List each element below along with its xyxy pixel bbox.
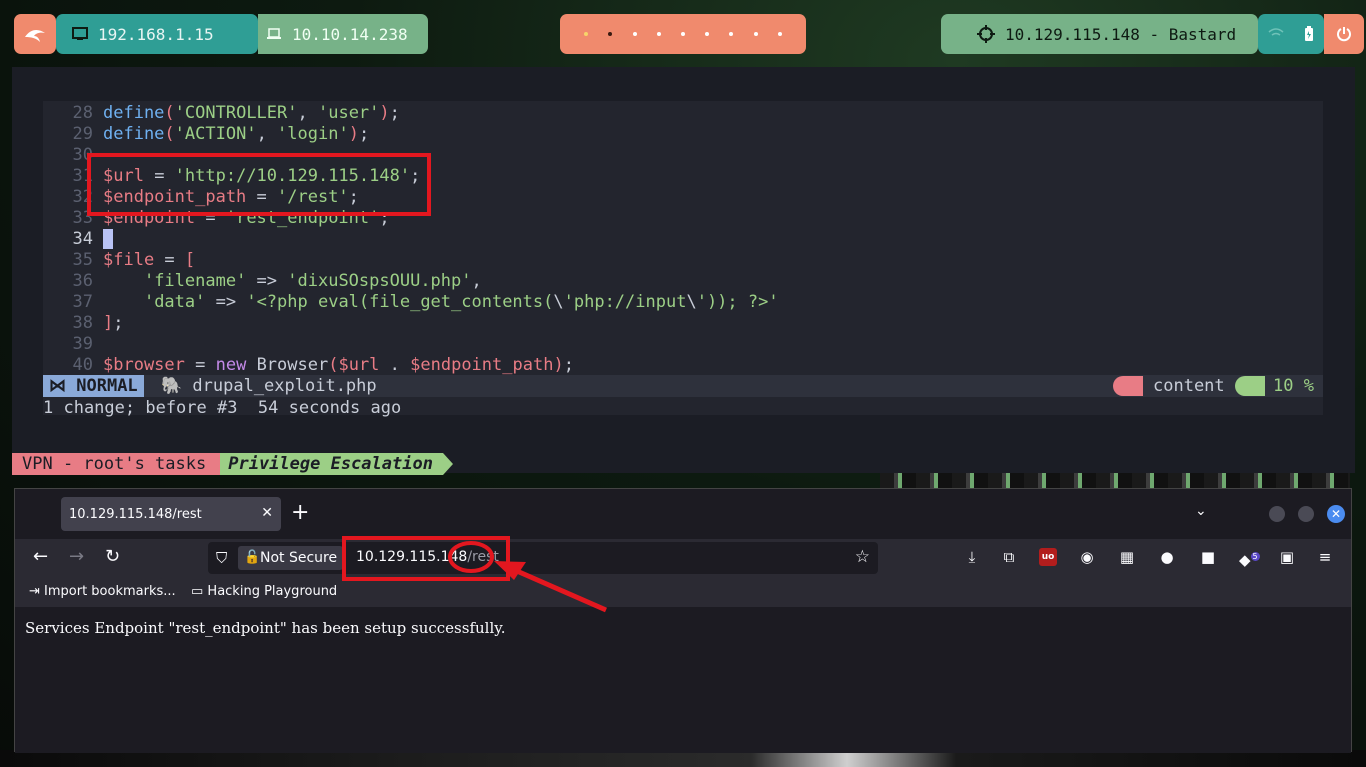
- arrow-shaft: [508, 565, 608, 613]
- highlight-ellipse: [448, 541, 494, 573]
- red-annotation-arrow: [448, 541, 608, 613]
